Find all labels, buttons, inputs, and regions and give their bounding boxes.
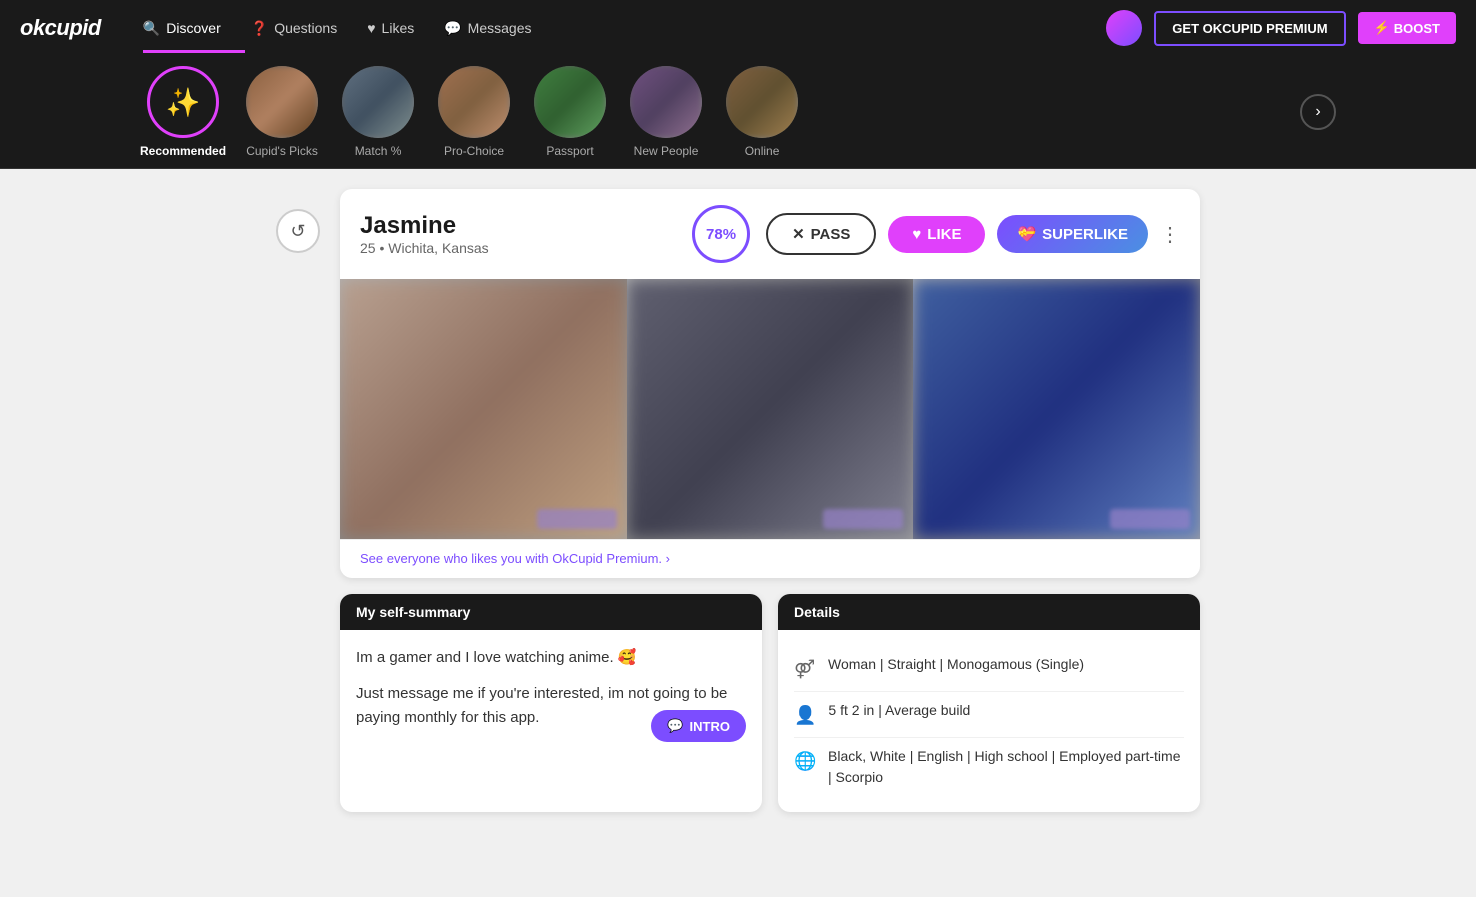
recommended-avatar: ✨: [147, 66, 219, 138]
heart-icon: ♥: [912, 226, 921, 243]
detail-row-background: 🌐 Black, White | English | High school |…: [794, 738, 1184, 796]
pass-button[interactable]: ✕ PASS: [766, 213, 876, 255]
cupids-picks-avatar: [246, 66, 318, 138]
superlike-icon: 💝: [1017, 225, 1036, 243]
summary-line1: Im a gamer and I love watching anime. 🥰: [356, 646, 746, 670]
category-pro-choice[interactable]: Pro-Choice: [434, 66, 514, 158]
detail-row-height: 👤 5 ft 2 in | Average build: [794, 692, 1184, 738]
lightning-icon: ⚡: [1374, 20, 1390, 36]
header: okcupid 🔍 Discover ❓ Questions ♥ Likes 💬…: [0, 0, 1476, 56]
header-right: GET OKCUPID PREMIUM ⚡ BOOST: [1106, 10, 1456, 46]
profile-header: Jasmine 25 • Wichita, Kansas 78% ✕ PASS …: [340, 189, 1200, 279]
gender-icon: ⚤: [794, 656, 816, 683]
detail-row-gender: ⚤ Woman | Straight | Monogamous (Single): [794, 646, 1184, 692]
category-match[interactable]: Match %: [338, 66, 418, 158]
undo-button[interactable]: ↺: [276, 209, 320, 253]
premium-link[interactable]: See everyone who likes you with OkCupid …: [360, 551, 670, 566]
passport-avatar: [534, 66, 606, 138]
undo-area: ↺: [276, 189, 320, 812]
match-percent-circle: 78%: [692, 205, 750, 263]
match-label: Match %: [355, 144, 402, 158]
messages-icon: 💬: [444, 20, 461, 37]
details-body: ⚤ Woman | Straight | Monogamous (Single)…: [778, 630, 1200, 812]
pro-choice-label: Pro-Choice: [444, 144, 504, 158]
nav-discover[interactable]: 🔍 Discover: [131, 12, 233, 45]
category-new-people[interactable]: New People: [626, 66, 706, 158]
photos-grid: [340, 279, 1200, 539]
premium-button[interactable]: GET OKCUPID PREMIUM: [1154, 11, 1345, 46]
new-people-avatar: [630, 66, 702, 138]
user-avatar[interactable]: [1106, 10, 1142, 46]
profile-name: Jasmine: [360, 212, 676, 240]
logo[interactable]: okcupid: [20, 15, 101, 41]
globe-icon: 🌐: [794, 748, 816, 775]
photo-3[interactable]: [913, 279, 1200, 539]
recommended-label: Recommended: [140, 144, 226, 158]
likes-icon: ♥: [367, 20, 375, 36]
boost-button[interactable]: ⚡ BOOST: [1358, 12, 1456, 44]
match-avatar: [342, 66, 414, 138]
online-avatar: [726, 66, 798, 138]
profile-age-location: 25 • Wichita, Kansas: [360, 240, 676, 256]
nav-questions[interactable]: ❓ Questions: [239, 12, 349, 45]
premium-banner: See everyone who likes you with OkCupid …: [340, 539, 1200, 578]
details-header: Details: [778, 594, 1200, 630]
online-label: Online: [745, 144, 780, 158]
questions-icon: ❓: [251, 20, 268, 37]
category-passport[interactable]: Passport: [530, 66, 610, 158]
new-people-label: New People: [634, 144, 699, 158]
main-content: ↺ Jasmine 25 • Wichita, Kansas 78% ✕: [0, 169, 1476, 832]
self-summary-card: My self-summary Im a gamer and I love wa…: [340, 594, 762, 812]
height-icon: 👤: [794, 702, 816, 729]
discover-icon: 🔍: [143, 20, 160, 37]
passport-label: Passport: [546, 144, 593, 158]
nav-likes[interactable]: ♥ Likes: [355, 12, 426, 44]
profile-name-section: Jasmine 25 • Wichita, Kansas: [360, 212, 676, 256]
pro-choice-avatar: [438, 66, 510, 138]
self-summary-body: Im a gamer and I love watching anime. 🥰 …: [340, 630, 762, 758]
intro-button[interactable]: 💬 INTRO: [651, 710, 746, 742]
profile-sections: My self-summary Im a gamer and I love wa…: [340, 594, 1200, 812]
category-recommended[interactable]: ✨ Recommended: [140, 66, 226, 158]
like-button[interactable]: ♥ LIKE: [888, 216, 985, 253]
message-icon: 💬: [667, 718, 683, 734]
action-buttons: ✕ PASS ♥ LIKE 💝 SUPERLIKE ⋮: [766, 213, 1180, 255]
more-options-button[interactable]: ⋮: [1160, 222, 1180, 247]
superlike-button[interactable]: 💝 SUPERLIKE: [997, 215, 1148, 253]
photo-2-overlay: [823, 509, 903, 529]
main-nav: 🔍 Discover ❓ Questions ♥ Likes 💬 Message…: [131, 12, 1106, 45]
category-online[interactable]: Online: [722, 66, 802, 158]
photo-1[interactable]: [340, 279, 627, 539]
details-card: Details ⚤ Woman | Straight | Monogamous …: [778, 594, 1200, 812]
profile-card: Jasmine 25 • Wichita, Kansas 78% ✕ PASS …: [340, 189, 1200, 578]
self-summary-header: My self-summary: [340, 594, 762, 630]
photo-3-overlay: [1110, 509, 1190, 529]
photo-2[interactable]: [627, 279, 914, 539]
photo-1-overlay: [537, 509, 617, 529]
category-cupids-picks[interactable]: Cupid's Picks: [242, 66, 322, 158]
nav-messages[interactable]: 💬 Messages: [432, 12, 543, 45]
category-nav-next[interactable]: ›: [1300, 94, 1336, 130]
cupids-picks-label: Cupid's Picks: [246, 144, 318, 158]
category-nav: ✨ Recommended Cupid's Picks Match % Pro-…: [0, 56, 1476, 169]
x-icon: ✕: [792, 225, 805, 243]
